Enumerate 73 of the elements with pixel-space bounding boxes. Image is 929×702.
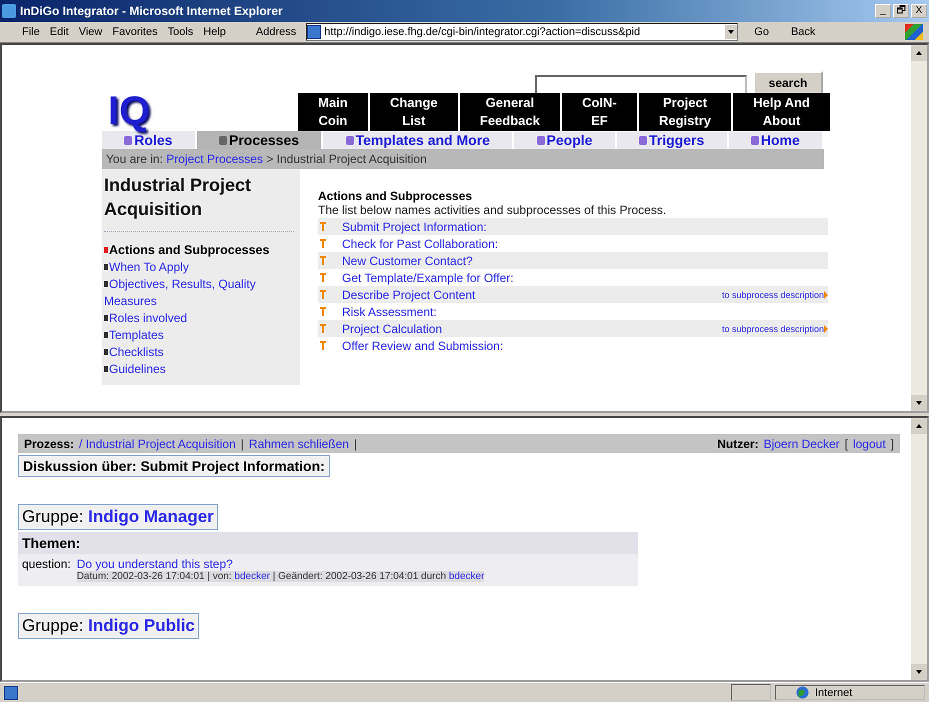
topic-link[interactable]: Do you understand this step? xyxy=(76,557,233,571)
go-button[interactable]: Go xyxy=(748,26,775,38)
user-link[interactable]: Bjoern Decker xyxy=(764,436,840,450)
search-button[interactable]: search xyxy=(753,71,823,95)
close-frame-link[interactable]: Rahmen schließen xyxy=(248,436,349,450)
sidebar-link[interactable]: Guidelines xyxy=(104,361,300,378)
activity-link[interactable]: Check for Past Collaboration: xyxy=(342,236,828,250)
logout-link[interactable]: logout xyxy=(852,436,886,450)
bracket: [ xyxy=(844,436,848,450)
activity-link[interactable]: Risk Assessment: xyxy=(342,304,828,318)
menu-item[interactable]: View xyxy=(78,26,102,38)
status-panel xyxy=(731,684,771,701)
activity-link[interactable]: Offer Review and Submission: xyxy=(342,338,828,352)
menu-item[interactable]: Tools xyxy=(168,26,194,38)
group-link[interactable]: Indigo Public xyxy=(88,616,195,635)
sidebar-link[interactable]: Objectives, Results, Quality Measures xyxy=(104,276,300,310)
breadcrumb-current: > Industrial Project Acquisition xyxy=(266,152,427,166)
address-field[interactable]: http://indigo.iese.fhg.de/cgi-bin/integrator.cgi?action=discuss&pid xyxy=(306,23,738,41)
discussion-title: Diskussion über: Submit Project Information: xyxy=(18,455,330,477)
menu-item[interactable]: Edit xyxy=(50,26,69,38)
group-link[interactable]: Indigo Manager xyxy=(88,507,214,526)
date-text: Datum: 2002-03-26 17:04:01 | von: xyxy=(76,571,232,582)
group-label: Gruppe: xyxy=(22,507,84,526)
activity-link[interactable]: Describe Project Content xyxy=(342,288,706,302)
logo: IQ xyxy=(107,91,152,131)
author-link[interactable]: bdecker xyxy=(234,571,270,582)
menu-item[interactable]: Favorites xyxy=(112,26,158,38)
sidebar-link[interactable]: Templates xyxy=(104,327,300,344)
scroll-up-icon[interactable] xyxy=(911,418,927,434)
sidebar-link[interactable]: Actions and Subprocesses xyxy=(104,242,300,259)
subprocess-link[interactable]: to subprocess description xyxy=(722,324,828,334)
menu-item[interactable]: Help xyxy=(203,26,226,38)
menu-item[interactable]: File xyxy=(22,26,40,38)
activity-link[interactable]: Project Calculation xyxy=(342,322,706,336)
section-heading: Actions and Subprocesses xyxy=(318,189,474,203)
sidebar-title: Industrial Project Acquisition xyxy=(104,174,252,221)
search-field[interactable] xyxy=(535,75,747,95)
globe-icon xyxy=(796,686,809,699)
topic-type: question: xyxy=(22,557,71,573)
changer-link[interactable]: bdecker xyxy=(448,571,484,582)
browser-icon xyxy=(2,4,16,18)
tab[interactable]: Processes xyxy=(196,131,324,149)
section-description: The list below names activities and subprocesses of this Process. xyxy=(318,203,668,217)
separator: | xyxy=(240,436,244,450)
group-label: Gruppe: xyxy=(22,616,84,635)
scroll-up-icon[interactable] xyxy=(911,45,927,61)
subprocess-link[interactable]: to subprocess description xyxy=(722,290,828,300)
address-label: Address xyxy=(256,26,296,38)
process-label: Prozess: xyxy=(24,436,74,450)
zone-label: Internet xyxy=(815,686,852,698)
window-control[interactable]: X xyxy=(911,4,927,18)
sidebar-link[interactable]: When To Apply xyxy=(104,259,300,276)
bracket: ] xyxy=(890,436,894,450)
breadcrumb-link[interactable]: Project Processes xyxy=(166,152,263,166)
page-icon xyxy=(4,686,18,700)
breadcrumb-label: You are in: xyxy=(106,152,163,166)
sidebar-link[interactable]: Checklists xyxy=(104,344,300,361)
sidebar-link[interactable]: Roles involved xyxy=(104,310,300,327)
separator: | xyxy=(354,436,358,450)
scroll-down-icon[interactable] xyxy=(911,664,927,680)
scrollbar[interactable] xyxy=(911,418,927,680)
user-label: Nutzer: xyxy=(717,436,759,450)
back-button[interactable]: Back xyxy=(784,26,822,38)
scroll-down-icon[interactable] xyxy=(911,395,927,411)
scrollbar[interactable] xyxy=(911,45,927,411)
changed-text: | Geändert: 2002-03-26 17:04:01 durch xyxy=(272,571,446,582)
window-control[interactable]: 🗗 xyxy=(893,4,909,18)
window-control[interactable]: _ xyxy=(875,4,891,18)
topics-heading: Themen: xyxy=(18,532,638,554)
window-title: InDiGo Integrator - Microsoft Internet Explorer xyxy=(20,4,284,18)
nav-link[interactable]: Main Coin xyxy=(298,93,368,131)
process-link[interactable]: / Industrial Project Acquisition xyxy=(79,436,236,450)
activity-link[interactable]: Get Template/Example for Offer: xyxy=(342,270,828,284)
